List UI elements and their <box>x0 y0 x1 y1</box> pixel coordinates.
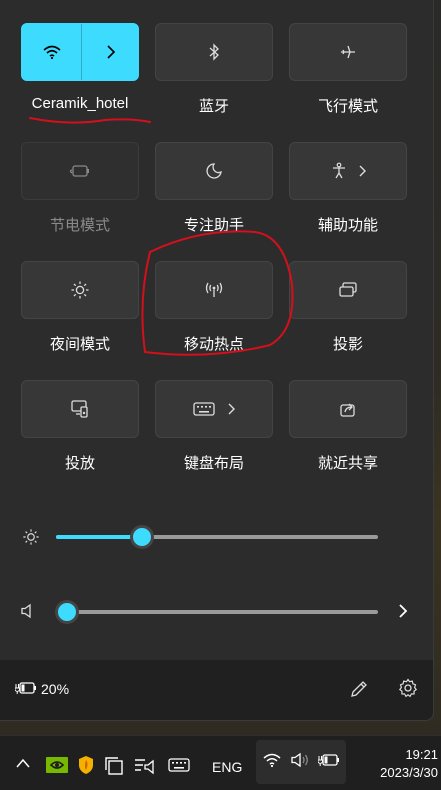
hotspot-circle-annotation <box>141 230 294 356</box>
input-language[interactable]: ENG <box>212 759 242 775</box>
chevron-up-icon[interactable] <box>16 758 30 768</box>
touch-keyboard-icon[interactable] <box>168 758 190 772</box>
speaker-icon <box>290 752 310 773</box>
copy-windows-icon[interactable] <box>104 756 124 776</box>
nvidia-icon[interactable] <box>46 757 68 773</box>
network-volume-battery-group[interactable] <box>256 740 346 784</box>
taskbar: ENG 19:21 2023/3/30 <box>0 735 441 790</box>
wifi-underline-annotation <box>29 117 151 124</box>
clock-time: 19:21 <box>405 747 438 762</box>
clock[interactable]: 19:21 2023/3/30 <box>356 744 438 784</box>
clock-date: 2023/3/30 <box>380 765 438 780</box>
red-annotation-overlay <box>29 117 294 771</box>
battery-charging-icon <box>317 752 340 773</box>
wifi-icon <box>262 752 282 773</box>
security-shield-icon[interactable] <box>78 755 94 775</box>
notification-list-icon[interactable] <box>134 757 156 775</box>
